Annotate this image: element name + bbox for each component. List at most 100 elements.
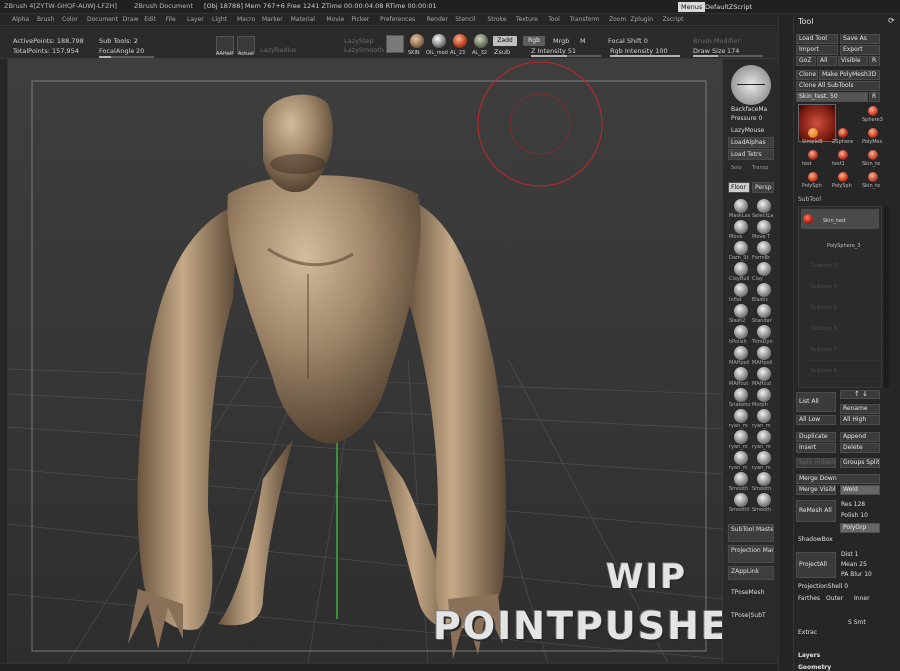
brush-icon[interactable]: [734, 283, 748, 297]
shadowbox-button[interactable]: ShadowBox: [798, 536, 833, 543]
zapplink-button[interactable]: ZAppLink: [728, 566, 774, 580]
layers-section[interactable]: Layers: [798, 652, 820, 659]
menu-item-edit[interactable]: Edit: [144, 16, 156, 23]
current-tool-slider[interactable]: Skin_test. 50: [796, 92, 868, 102]
material-al17-icon[interactable]: [474, 34, 488, 48]
rgb-intensity-slider[interactable]: [610, 55, 680, 57]
focal-shift-label[interactable]: Focal Shift 0: [608, 37, 648, 45]
menu-item-layer[interactable]: Layer: [187, 16, 204, 23]
rgb-button[interactable]: Rgb: [523, 36, 545, 46]
goz-all-button[interactable]: All: [817, 56, 837, 66]
brush-icon[interactable]: [734, 388, 748, 402]
remesh-all-button[interactable]: ReMesh All: [796, 500, 836, 522]
brush-icon[interactable]: [757, 304, 771, 318]
z-intensity-label[interactable]: Z Intensity 51: [531, 47, 576, 55]
tool-palette-title[interactable]: Tool: [798, 17, 814, 26]
brush-icon[interactable]: [757, 262, 771, 276]
duplicate-button[interactable]: Duplicate: [796, 432, 836, 442]
brush-modifier-label[interactable]: Brush Modifier: [693, 37, 740, 45]
lazy-mouse-button[interactable]: LazyMouse: [731, 127, 764, 134]
draw-size-slider[interactable]: [693, 55, 763, 57]
tool-thumbnail-icon[interactable]: [808, 172, 818, 182]
menu-item-light[interactable]: Light: [212, 16, 227, 23]
brush-icon[interactable]: [734, 430, 748, 444]
pa-blur-slider[interactable]: PA Blur 10: [841, 571, 872, 578]
res-slider[interactable]: Res 128: [841, 501, 865, 508]
brush-icon[interactable]: [734, 409, 748, 423]
menu-item-color[interactable]: Color: [62, 16, 78, 23]
tool-thumbnail-icon[interactable]: [868, 106, 878, 116]
tool-thumbnail-icon[interactable]: [838, 150, 848, 160]
tray-divider[interactable]: [778, 14, 794, 671]
all-high-button[interactable]: All High: [840, 415, 880, 425]
merge-visible-button[interactable]: Merge Visibl: [796, 485, 836, 495]
brush-icon[interactable]: [734, 451, 748, 465]
subtool-item[interactable]: PolySphere_3: [801, 231, 879, 251]
navigation-sphere-icon[interactable]: [731, 65, 771, 105]
weld-toggle[interactable]: Weld: [840, 485, 880, 495]
delete-button[interactable]: Delete: [840, 443, 880, 453]
backface-mask-button[interactable]: BackfaceMa: [731, 106, 767, 113]
persp-button[interactable]: Persp: [752, 182, 774, 193]
menu-item-zoom[interactable]: Zoom: [609, 16, 626, 23]
pressure-label[interactable]: Pressure 0: [731, 115, 762, 122]
all-low-button[interactable]: All Low: [796, 415, 836, 425]
current-tool-thumbnail[interactable]: [798, 104, 836, 142]
brush-icon[interactable]: [757, 388, 771, 402]
projection-master-button[interactable]: Projection Master: [728, 545, 774, 563]
material-oil-icon[interactable]: [432, 34, 446, 48]
solo-button[interactable]: Solo: [731, 165, 742, 171]
load-tool-button[interactable]: Load Tool: [796, 34, 838, 44]
refresh-icon[interactable]: ⟳: [888, 16, 895, 25]
menu-item-zplugin[interactable]: Zplugin: [630, 16, 653, 23]
tool-thumbnail-icon[interactable]: [808, 128, 818, 138]
brush-icon[interactable]: [734, 367, 748, 381]
brush-icon[interactable]: [757, 220, 771, 234]
lazy-step-label[interactable]: LazyStep: [344, 37, 374, 45]
farthest-button[interactable]: Farthes: [798, 595, 820, 602]
default-zscript-button[interactable]: DefaultZScript: [702, 2, 755, 12]
empty-subtool-slot[interactable]: Subtool 8: [805, 362, 883, 382]
empty-subtool-slot[interactable]: Subtool 4: [805, 278, 883, 298]
z-intensity-slider[interactable]: [531, 55, 601, 57]
tool-thumbnail-icon[interactable]: [868, 150, 878, 160]
subtool-scrollbar[interactable]: [884, 206, 889, 388]
menu-item-material[interactable]: Material: [291, 16, 315, 23]
brush-icon[interactable]: [757, 325, 771, 339]
menu-item-render[interactable]: Render: [427, 16, 448, 23]
document-canvas[interactable]: WIP POINTPUSHER.COM: [8, 59, 722, 663]
menu-item-draw[interactable]: Draw: [123, 16, 139, 23]
brush-icon[interactable]: [734, 346, 748, 360]
brush-icon[interactable]: [757, 346, 771, 360]
menu-item-document[interactable]: Document: [87, 16, 118, 23]
subtool-master-button[interactable]: SubTool Master: [728, 524, 774, 542]
subtool-item-active[interactable]: Skin_test: [801, 209, 879, 229]
current-tool-r-button[interactable]: R: [869, 92, 880, 102]
tool-thumbnail-icon[interactable]: [868, 128, 878, 138]
rgb-intensity-label[interactable]: Rgb Intensity 100: [610, 47, 668, 55]
brush-icon[interactable]: [757, 409, 771, 423]
menu-item-zscript[interactable]: Zscript: [663, 16, 684, 23]
brush-icon[interactable]: [757, 430, 771, 444]
outer-button[interactable]: Outer: [826, 595, 843, 602]
make-polymesh-button[interactable]: Make PolyMesh3D: [819, 70, 880, 80]
material-al23-icon[interactable]: [453, 34, 467, 48]
menu-item-picker[interactable]: Picker: [351, 16, 369, 23]
split-hidden-button[interactable]: Split Hidden: [796, 458, 836, 468]
left-tray-handle[interactable]: [0, 59, 8, 663]
menu-item-texture[interactable]: Texture: [516, 16, 538, 23]
brush-icon[interactable]: [757, 283, 771, 297]
menu-item-macro[interactable]: Macro: [237, 16, 255, 23]
empty-subtool-slot[interactable]: Subtool 7: [805, 341, 883, 361]
extract-button[interactable]: Extrac: [798, 629, 817, 636]
menu-item-tool[interactable]: Tool: [548, 16, 560, 23]
tool-thumbnail-icon[interactable]: [838, 172, 848, 182]
list-all-button[interactable]: List All: [796, 392, 836, 412]
edit-mode-icon[interactable]: [386, 35, 404, 53]
mrgb-button[interactable]: Mrgb: [553, 37, 569, 45]
brush-icon[interactable]: [757, 199, 771, 213]
tool-thumbnail-icon[interactable]: [838, 128, 848, 138]
menu-item-alpha[interactable]: Alpha: [12, 16, 29, 23]
empty-subtool-slot[interactable]: Subtool 3: [805, 257, 883, 277]
focal-angle-label[interactable]: FocalAngle: [99, 47, 134, 55]
